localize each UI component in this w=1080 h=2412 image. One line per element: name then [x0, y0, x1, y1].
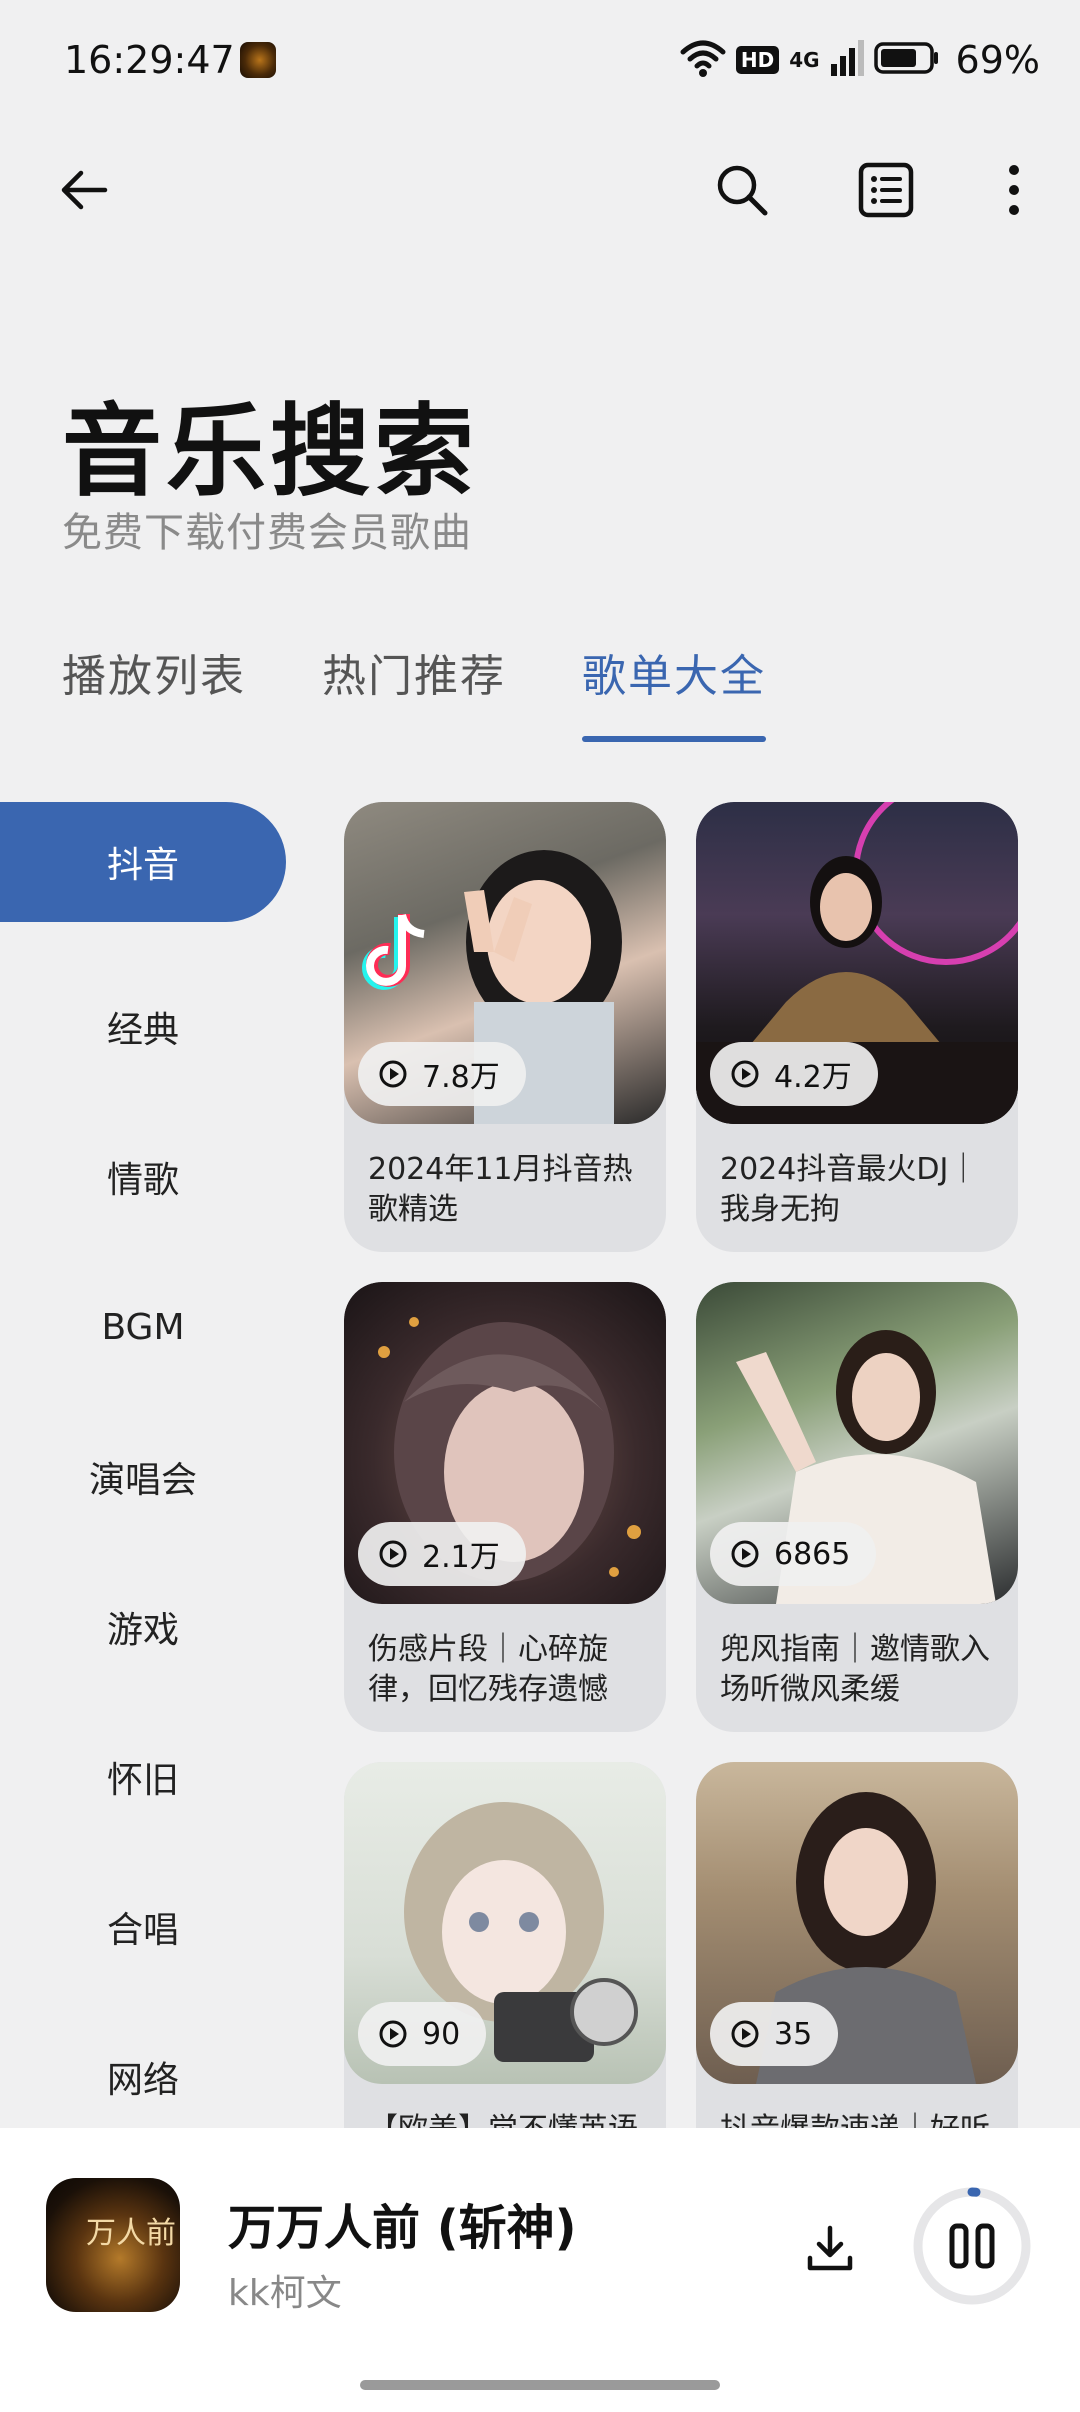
hd-badge: HD [735, 46, 780, 74]
playlist-card[interactable]: 2.1万 伤感片段｜心碎旋律，回忆残存遗憾 [344, 1282, 666, 1732]
tab-playlist[interactable]: 播放列表 [62, 640, 246, 740]
play-count-value: 90 [422, 2016, 461, 2052]
download-icon [807, 2225, 853, 2271]
playlist-card[interactable]: 6865 兜风指南｜邀情歌入场听微风柔缓 [696, 1282, 1018, 1732]
tab-bar: 播放列表 热门推荐 歌单大全 [62, 640, 766, 742]
more-vertical-icon [1009, 165, 1019, 215]
cover-text: 万人前 [86, 2216, 176, 2251]
play-count: 4.2万 [710, 1042, 878, 1106]
play-count: 2.1万 [358, 1522, 526, 1586]
playlist-card[interactable]: 7.8万 2024年11月抖音热歌精选 [344, 802, 666, 1252]
play-count-value: 6865 [774, 1536, 851, 1572]
more-button[interactable] [974, 150, 1054, 230]
status-time: 16:29:47 [64, 38, 235, 82]
status-bar: 16:29:47 HD 4G 69% [0, 0, 1080, 120]
play-count-value: 35 [774, 2016, 813, 2052]
play-count: 90 [358, 2002, 487, 2066]
category-nostalgia[interactable]: 怀旧 [0, 1702, 286, 1852]
list-button[interactable] [846, 150, 926, 230]
play-circle-icon [731, 1540, 759, 1568]
now-playing-title: 万万人前 (斩神) [228, 2200, 577, 2256]
category-concert[interactable]: 演唱会 [0, 1402, 286, 1552]
battery-icon [873, 40, 940, 80]
playlist-title: 2024年11月抖音热歌精选 [368, 1152, 633, 1227]
category-sidebar: 抖音 经典 情歌 BGM 演唱会 游戏 怀旧 合唱 网络 [0, 802, 286, 2152]
category-douyin[interactable]: 抖音 [0, 802, 286, 922]
playlist-card[interactable]: 35 抖音爆款速递｜好听 [696, 1762, 1018, 2128]
page-title: 音乐搜索 [62, 393, 478, 510]
status-icons: HD 4G 69% [680, 36, 1040, 84]
category-bgm[interactable]: BGM [0, 1252, 286, 1402]
play-count-value: 2.1万 [422, 1540, 500, 1575]
category-love[interactable]: 情歌 [0, 1102, 286, 1252]
play-circle-icon [379, 2020, 407, 2048]
tab-hot[interactable]: 热门推荐 [322, 640, 506, 740]
playlist-card[interactable]: 4.2万 2024抖音最火DJ｜我身无拘 [696, 802, 1018, 1252]
download-button[interactable] [790, 2208, 870, 2288]
play-count: 7.8万 [358, 1042, 526, 1106]
page-subtitle: 免费下载付费会员歌曲 [62, 510, 472, 556]
search-icon [717, 165, 768, 216]
app-notification-icon [240, 42, 276, 78]
playlist-card[interactable]: 90 【欧美】觉不懂英语 [344, 1762, 666, 2128]
search-button[interactable] [702, 150, 782, 230]
play-count-value: 4.2万 [774, 1060, 852, 1095]
signal-icon [830, 40, 864, 80]
play-count: 35 [710, 2002, 839, 2066]
home-indicator[interactable] [360, 2380, 720, 2390]
now-playing-bar[interactable]: 万人前 万万人前 (斩神) kk柯文 [0, 2128, 1080, 2412]
play-circle-icon [379, 1540, 407, 1568]
category-duet[interactable]: 合唱 [0, 1852, 286, 2002]
play-circle-icon [731, 1060, 759, 1088]
tab-collections[interactable]: 歌单大全 [582, 640, 766, 742]
now-playing-cover[interactable]: 万人前 [46, 2178, 180, 2312]
playlist-title: 2024抖音最火DJ｜我身无拘 [720, 1152, 979, 1227]
play-circle-icon [731, 2020, 759, 2048]
playlist-title: 伤感片段｜心碎旋律，回忆残存遗憾 [368, 1632, 608, 1707]
play-count-value: 7.8万 [422, 1060, 500, 1095]
playlist-title: 抖音爆款速递｜好听 [720, 2110, 1000, 2128]
back-button[interactable] [44, 150, 124, 230]
playlist-title: 【欧美】觉不懂英语 [368, 2110, 648, 2128]
category-classic[interactable]: 经典 [0, 952, 286, 1102]
wifi-icon [680, 38, 726, 82]
category-game[interactable]: 游戏 [0, 1552, 286, 1702]
pause-progress-icon [913, 2187, 1031, 2305]
playlist-title: 兜风指南｜邀情歌入场听微风柔缓 [720, 1632, 990, 1707]
arrow-left-icon [61, 170, 108, 210]
pause-button[interactable] [910, 2184, 1034, 2308]
top-bar [0, 150, 1080, 240]
play-count: 6865 [710, 1522, 877, 1586]
play-circle-icon [379, 1060, 407, 1088]
playlist-grid: 7.8万 2024年11月抖音热歌精选 4.2万 2024抖音最火DJ｜我身无拘… [344, 802, 1024, 2128]
list-icon [858, 162, 914, 218]
battery-level: 69% [955, 38, 1040, 82]
network-type: 4G [789, 48, 820, 72]
now-playing-artist: kk柯文 [228, 2273, 342, 2314]
tiktok-logo-icon [362, 913, 425, 990]
